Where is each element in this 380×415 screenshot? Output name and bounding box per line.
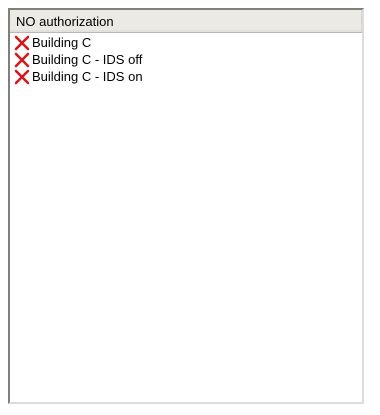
list-item-building-c[interactable]: Building C	[10, 34, 362, 51]
red-x-icon	[14, 35, 30, 51]
list-item-label: Building C - IDS on	[32, 68, 143, 84]
list-item-building-c-ids-on[interactable]: Building C - IDS on	[10, 68, 362, 85]
list-item-label: Building C	[32, 34, 92, 50]
building-list: Building C Building C - IDS off Building…	[10, 33, 362, 85]
column-header-no-authorization[interactable]: NO authorization	[10, 10, 362, 32]
no-authorization-list-panel[interactable]: NO authorization Building C Building C -…	[8, 8, 364, 404]
column-header-label: NO authorization	[16, 13, 114, 29]
list-header: NO authorization	[10, 10, 362, 33]
list-item-building-c-ids-off[interactable]: Building C - IDS off	[10, 51, 362, 68]
list-item-label: Building C - IDS off	[32, 51, 143, 67]
red-x-icon	[14, 52, 30, 68]
red-x-icon	[14, 69, 30, 85]
